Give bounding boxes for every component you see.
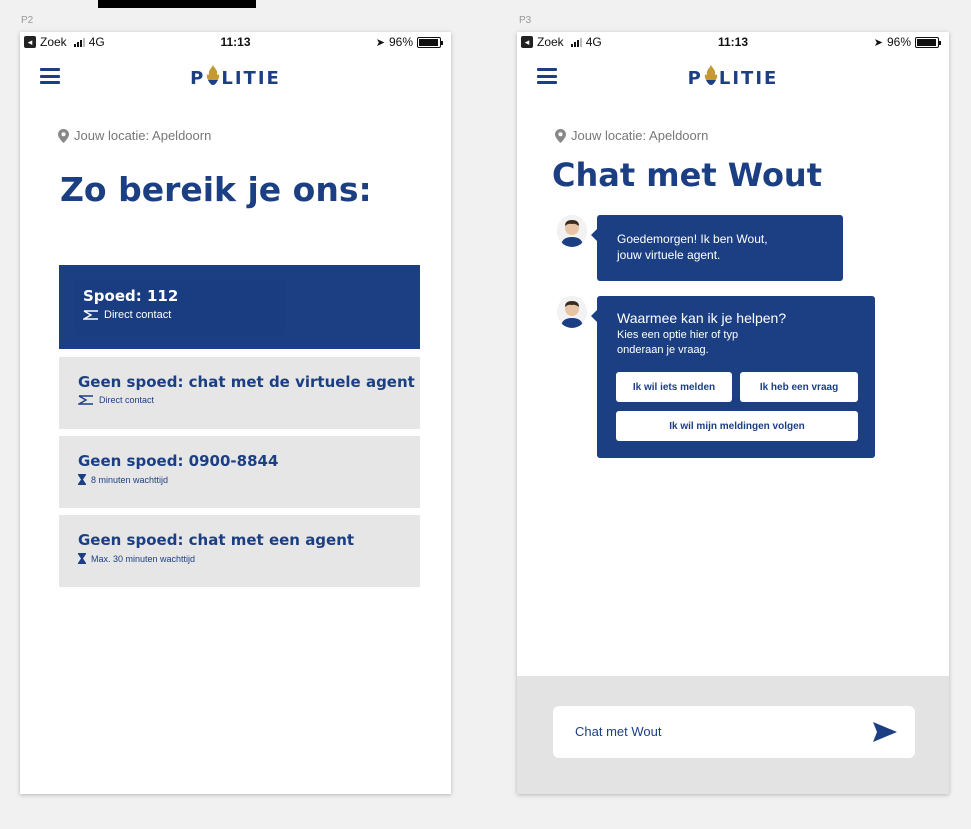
redaction-bar (98, 0, 256, 8)
battery-percent: 96% (388, 35, 413, 49)
bubble-hint-line: Kies een optie hier of typ (617, 329, 739, 341)
option-chat-agent[interactable]: Geen spoed: chat met een agent Max. 30 m… (59, 515, 420, 587)
quick-reply-vraag[interactable]: Ik heb een vraag (740, 372, 858, 402)
politie-logo: P LITIE (20, 64, 451, 89)
logo-letter-p: P (190, 68, 206, 89)
page-title: Chat met Wout (552, 156, 822, 194)
option-subtitle: Direct contact (99, 395, 155, 405)
status-bar: ◂ Zoek 4G 11:13 ➤ 96% (517, 32, 949, 54)
app-header: P LITIE (517, 54, 949, 104)
app-header: P LITIE (20, 54, 451, 104)
logo-letters: LITIE (718, 68, 779, 89)
chat-input-placeholder: Chat met Wout (575, 724, 662, 739)
send-icon[interactable] (873, 722, 897, 742)
location-indicator: Jouw locatie: Apeldoorn (58, 128, 211, 143)
location-pin-icon (58, 128, 69, 143)
chat-message-help: Waarmee kan ik je helpen? Kies een optie… (557, 296, 875, 458)
option-title: Spoed: 112 (83, 287, 179, 305)
chat-input-area: Chat met Wout (517, 676, 949, 794)
sigma-icon (83, 310, 98, 320)
option-chat-virtuele-agent[interactable]: Geen spoed: chat met de virtuele agent D… (59, 357, 420, 429)
quick-reply-meldingen-volgen[interactable]: Ik wil mijn meldingen volgen (616, 411, 858, 441)
frame-label-p2: P2 (21, 15, 34, 26)
option-subtitle: Max. 30 minuten wachttijd (91, 553, 196, 564)
chat-message-greeting: Goedemorgen! Ik ben Wout, jouw virtuele … (557, 215, 843, 281)
bubble-question: Waarmee kan ik je helpen? (617, 310, 787, 326)
location-indicator: Jouw locatie: Apeldoorn (555, 128, 708, 143)
option-title: Geen spoed: chat met een agent (78, 531, 355, 549)
flame-emblem-icon (207, 65, 220, 85)
flame-emblem-icon (704, 65, 718, 85)
agent-avatar-icon (557, 215, 587, 247)
location-text: Jouw locatie: Apeldoorn (571, 128, 709, 143)
page-title: Zo bereik je ons: (60, 170, 372, 209)
logo-letters: LITIE (221, 68, 281, 89)
sigma-icon (78, 395, 93, 405)
chat-bubble: Goedemorgen! Ik ben Wout, jouw virtuele … (591, 215, 843, 281)
battery-icon (417, 36, 443, 48)
bubble-text-line: Goedemorgen! Ik ben Wout, (617, 232, 768, 246)
location-text: Jouw locatie: Apeldoorn (74, 128, 212, 143)
politie-logo: P LITIE (517, 64, 949, 89)
battery-icon (915, 36, 941, 48)
battery-percent: 96% (886, 35, 911, 49)
option-subtitle: Direct contact (104, 309, 172, 321)
location-pin-icon (555, 128, 566, 143)
agent-avatar-icon (557, 296, 587, 328)
option-title: Geen spoed: 0900-8844 (78, 452, 279, 470)
location-arrow-icon: ➤ (375, 36, 385, 49)
status-bar: ◂ Zoek 4G 11:13 ➤ 96% (20, 32, 451, 54)
phone-screen-p2: ◂ Zoek 4G 11:13 ➤ 96% P LITIE Jouw locati… (20, 32, 451, 794)
option-spoed-112[interactable]: Spoed: 112 Direct contact (59, 265, 420, 349)
hourglass-icon (78, 474, 86, 485)
option-subtitle: 8 minuten wachttijd (91, 474, 169, 485)
quick-reply-iets-melden[interactable]: Ik wil iets melden (616, 372, 732, 402)
option-telefoon-0900[interactable]: Geen spoed: 0900-8844 8 minuten wachttij… (59, 436, 420, 508)
location-arrow-icon: ➤ (873, 36, 883, 49)
option-title: Geen spoed: chat met de virtuele agent (78, 373, 415, 391)
chat-bubble: Waarmee kan ik je helpen? Kies een optie… (591, 296, 875, 458)
logo-letter-p: P (687, 68, 703, 89)
bubble-hint-line: onderaan je vraag. (617, 344, 709, 356)
frame-label-p3: P3 (519, 15, 532, 26)
bubble-text-line: jouw virtuele agent. (617, 248, 721, 262)
chat-input[interactable]: Chat met Wout (553, 706, 915, 758)
hourglass-icon (78, 553, 86, 564)
phone-screen-p3: ◂ Zoek 4G 11:13 ➤ 96% P LITIE Jouw locati… (517, 32, 949, 794)
